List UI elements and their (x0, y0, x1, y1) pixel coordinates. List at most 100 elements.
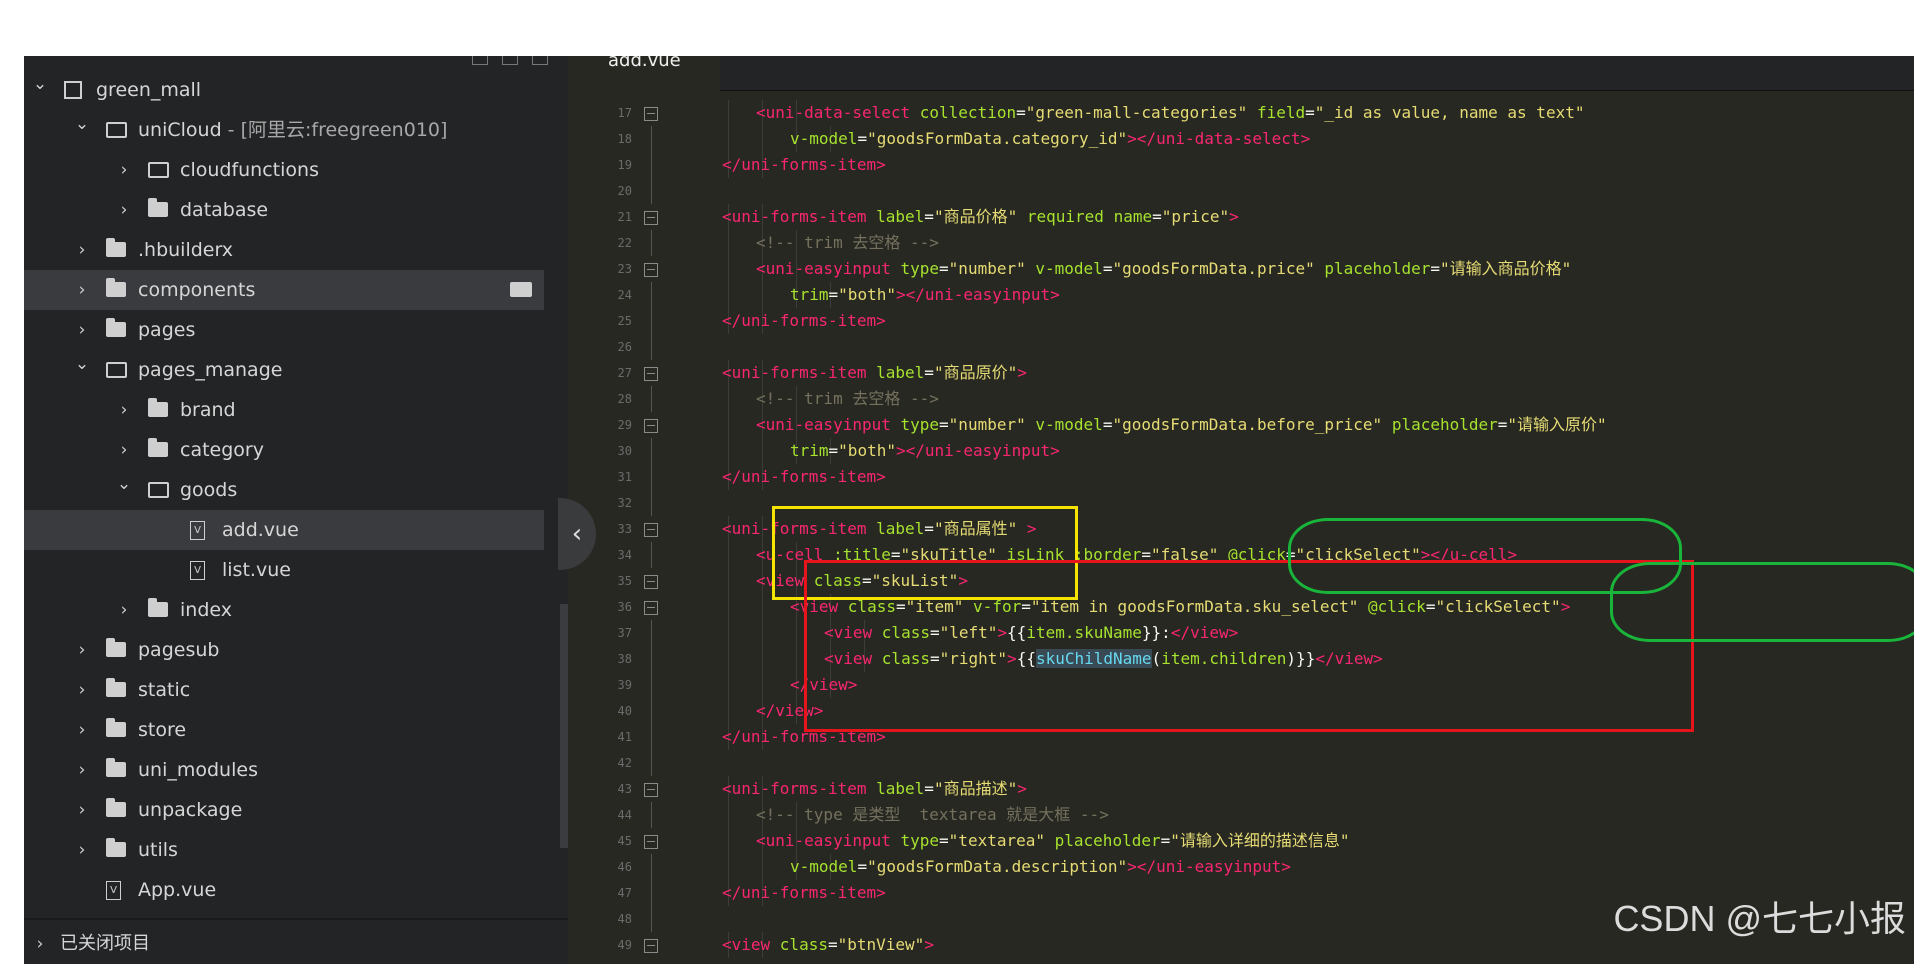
folder-open-icon[interactable] (510, 282, 532, 297)
code-token: v-for (973, 597, 1022, 616)
chevron-right-icon[interactable]: › (72, 670, 92, 710)
indent-guide (728, 672, 729, 698)
tree-item-label: components (138, 270, 255, 310)
tree-item[interactable]: › static (24, 670, 544, 710)
fold-toggle-icon[interactable] (644, 601, 658, 615)
tree-item[interactable]: ⌄ goods (24, 470, 544, 510)
chevron-right-icon[interactable]: › (72, 750, 92, 790)
code-token: <uni-forms-item (722, 519, 877, 538)
tree-item-name: .hbuilderx (138, 239, 234, 261)
tree-item-label: pagesub (138, 630, 219, 670)
tree-item[interactable]: › pagesub (24, 630, 544, 670)
closed-projects-label: 已关闭项目 (60, 933, 150, 954)
code-text: </view> (790, 672, 857, 698)
fold-toggle-icon[interactable] (644, 419, 658, 433)
tree-item[interactable]: Vadd.vue (24, 510, 544, 550)
chevron-right-icon[interactable]: › (72, 230, 92, 270)
tree-item[interactable]: ⌄ uniCloud - [阿里云:freegreen010] (24, 110, 544, 150)
chevron-right-icon[interactable]: › (114, 590, 134, 630)
tree-item-name: uni_modules (138, 759, 258, 781)
explorer-scrollbar[interactable] (560, 604, 568, 848)
code-token: = (1305, 103, 1315, 122)
fold-toggle-icon[interactable] (644, 939, 658, 953)
tree-item-name: utils (138, 839, 178, 861)
tree-item-label: pages (138, 310, 195, 350)
code-token: item.skuName (1026, 623, 1142, 642)
chevron-right-icon[interactable]: › (72, 710, 92, 750)
vue-file-icon: V (106, 881, 121, 900)
tree-item[interactable]: ⌄ green_mall (24, 70, 544, 110)
tree-item[interactable]: Vlist.vue (24, 550, 544, 590)
chevron-down-icon[interactable]: ⌄ (30, 64, 50, 104)
code-line: 26 (568, 334, 1914, 360)
code-lines: 17 <uni-data-select collection="green-mal… (568, 100, 1914, 958)
code-token: > (1017, 779, 1027, 798)
fold-toggle-icon[interactable] (644, 211, 658, 225)
code-token: "item in goodsFormData.sku_select" (1030, 597, 1359, 616)
tree-item[interactable]: › database (24, 190, 544, 230)
code-token: </uni-forms-item> (722, 155, 886, 174)
folder-icon (148, 598, 168, 617)
chevron-down-icon[interactable]: ⌄ (72, 104, 92, 144)
chevron-right-icon[interactable]: › (114, 190, 134, 230)
fold-toggle-icon[interactable] (644, 263, 658, 277)
fold-toggle-icon[interactable] (644, 367, 658, 381)
tree-item-name: store (138, 719, 187, 741)
code-token: > (1560, 597, 1571, 616)
collapse-all-icon[interactable] (502, 56, 518, 65)
tree-item-name: components (138, 279, 256, 301)
code-token: placeholder (1054, 831, 1161, 850)
fold-toggle-icon[interactable] (644, 107, 658, 121)
code-text: <uni-easyinput type="number" v-model="go… (756, 412, 1607, 438)
tree-item-label: brand (180, 390, 236, 430)
more-icon[interactable] (532, 56, 548, 65)
tree-item[interactable]: › components (24, 270, 544, 310)
indent-guide (728, 438, 729, 464)
code-line: 30 trim="both"></uni-easyinput> (568, 438, 1914, 464)
chevron-down-icon[interactable]: ⌄ (114, 464, 134, 504)
indent-guide (728, 854, 729, 880)
code-line: 42 (568, 750, 1914, 776)
tree-item[interactable]: V App.vue (24, 870, 544, 910)
tree-item[interactable]: › uni_modules (24, 750, 544, 790)
code-line: 18 v-model="goodsFormData.category_id"></… (568, 126, 1914, 152)
fold-toggle-icon[interactable] (644, 835, 658, 849)
tree-item[interactable]: › category (24, 430, 544, 470)
tree-item-label: .hbuilderx (138, 230, 233, 270)
code-token: }}: (1141, 623, 1171, 642)
chevron-down-icon[interactable]: ⌄ (72, 344, 92, 384)
chevron-right-icon[interactable]: › (72, 790, 92, 830)
folder-icon (106, 838, 126, 857)
tree-item[interactable]: › brand (24, 390, 544, 430)
code-token: = (924, 207, 934, 226)
chevron-right-icon[interactable]: › (72, 630, 92, 670)
code-token: "请输入商品价格" (1440, 259, 1572, 278)
code-text: <uni-forms-item label="商品属性" > (722, 516, 1037, 542)
folder-icon (148, 438, 168, 457)
tree-item[interactable]: › utils (24, 830, 544, 870)
tab-add-vue[interactable]: add.vue (568, 56, 720, 90)
tree-item[interactable]: › unpackage (24, 790, 544, 830)
code-token: ></uni-easyinput> (1127, 857, 1291, 876)
chevron-right-icon[interactable]: › (72, 830, 92, 870)
closed-projects-row[interactable]: › 已关闭项目 (24, 918, 568, 964)
fold-toggle-icon[interactable] (644, 783, 658, 797)
new-icon[interactable] (472, 56, 488, 65)
chevron-right-icon[interactable]: › (114, 150, 134, 190)
code-token: "goodsFormData.description" (867, 857, 1128, 876)
tree-item[interactable]: › pages (24, 310, 544, 350)
tree-item[interactable]: ⌄ pages_manage (24, 350, 544, 390)
code-token: = (1016, 103, 1026, 122)
chevron-right-icon[interactable]: › (72, 270, 92, 310)
code-token: <!-- trim 去空格 --> (756, 233, 939, 252)
tree-item[interactable]: › store (24, 710, 544, 750)
tree-item[interactable]: › .hbuilderx (24, 230, 544, 270)
chevron-right-icon[interactable]: › (114, 390, 134, 430)
code-editor[interactable]: add.vue 17 <uni-data-select collection="g… (568, 56, 1914, 964)
fold-toggle-icon[interactable] (644, 523, 658, 537)
fold-toggle-icon[interactable] (644, 575, 658, 589)
code-text: trim="both"></uni-easyinput> (790, 438, 1060, 464)
tree-item[interactable]: › index (24, 590, 544, 630)
tree-item[interactable]: › cloudfunctions (24, 150, 544, 190)
code-token: <uni-easyinput (756, 831, 901, 850)
